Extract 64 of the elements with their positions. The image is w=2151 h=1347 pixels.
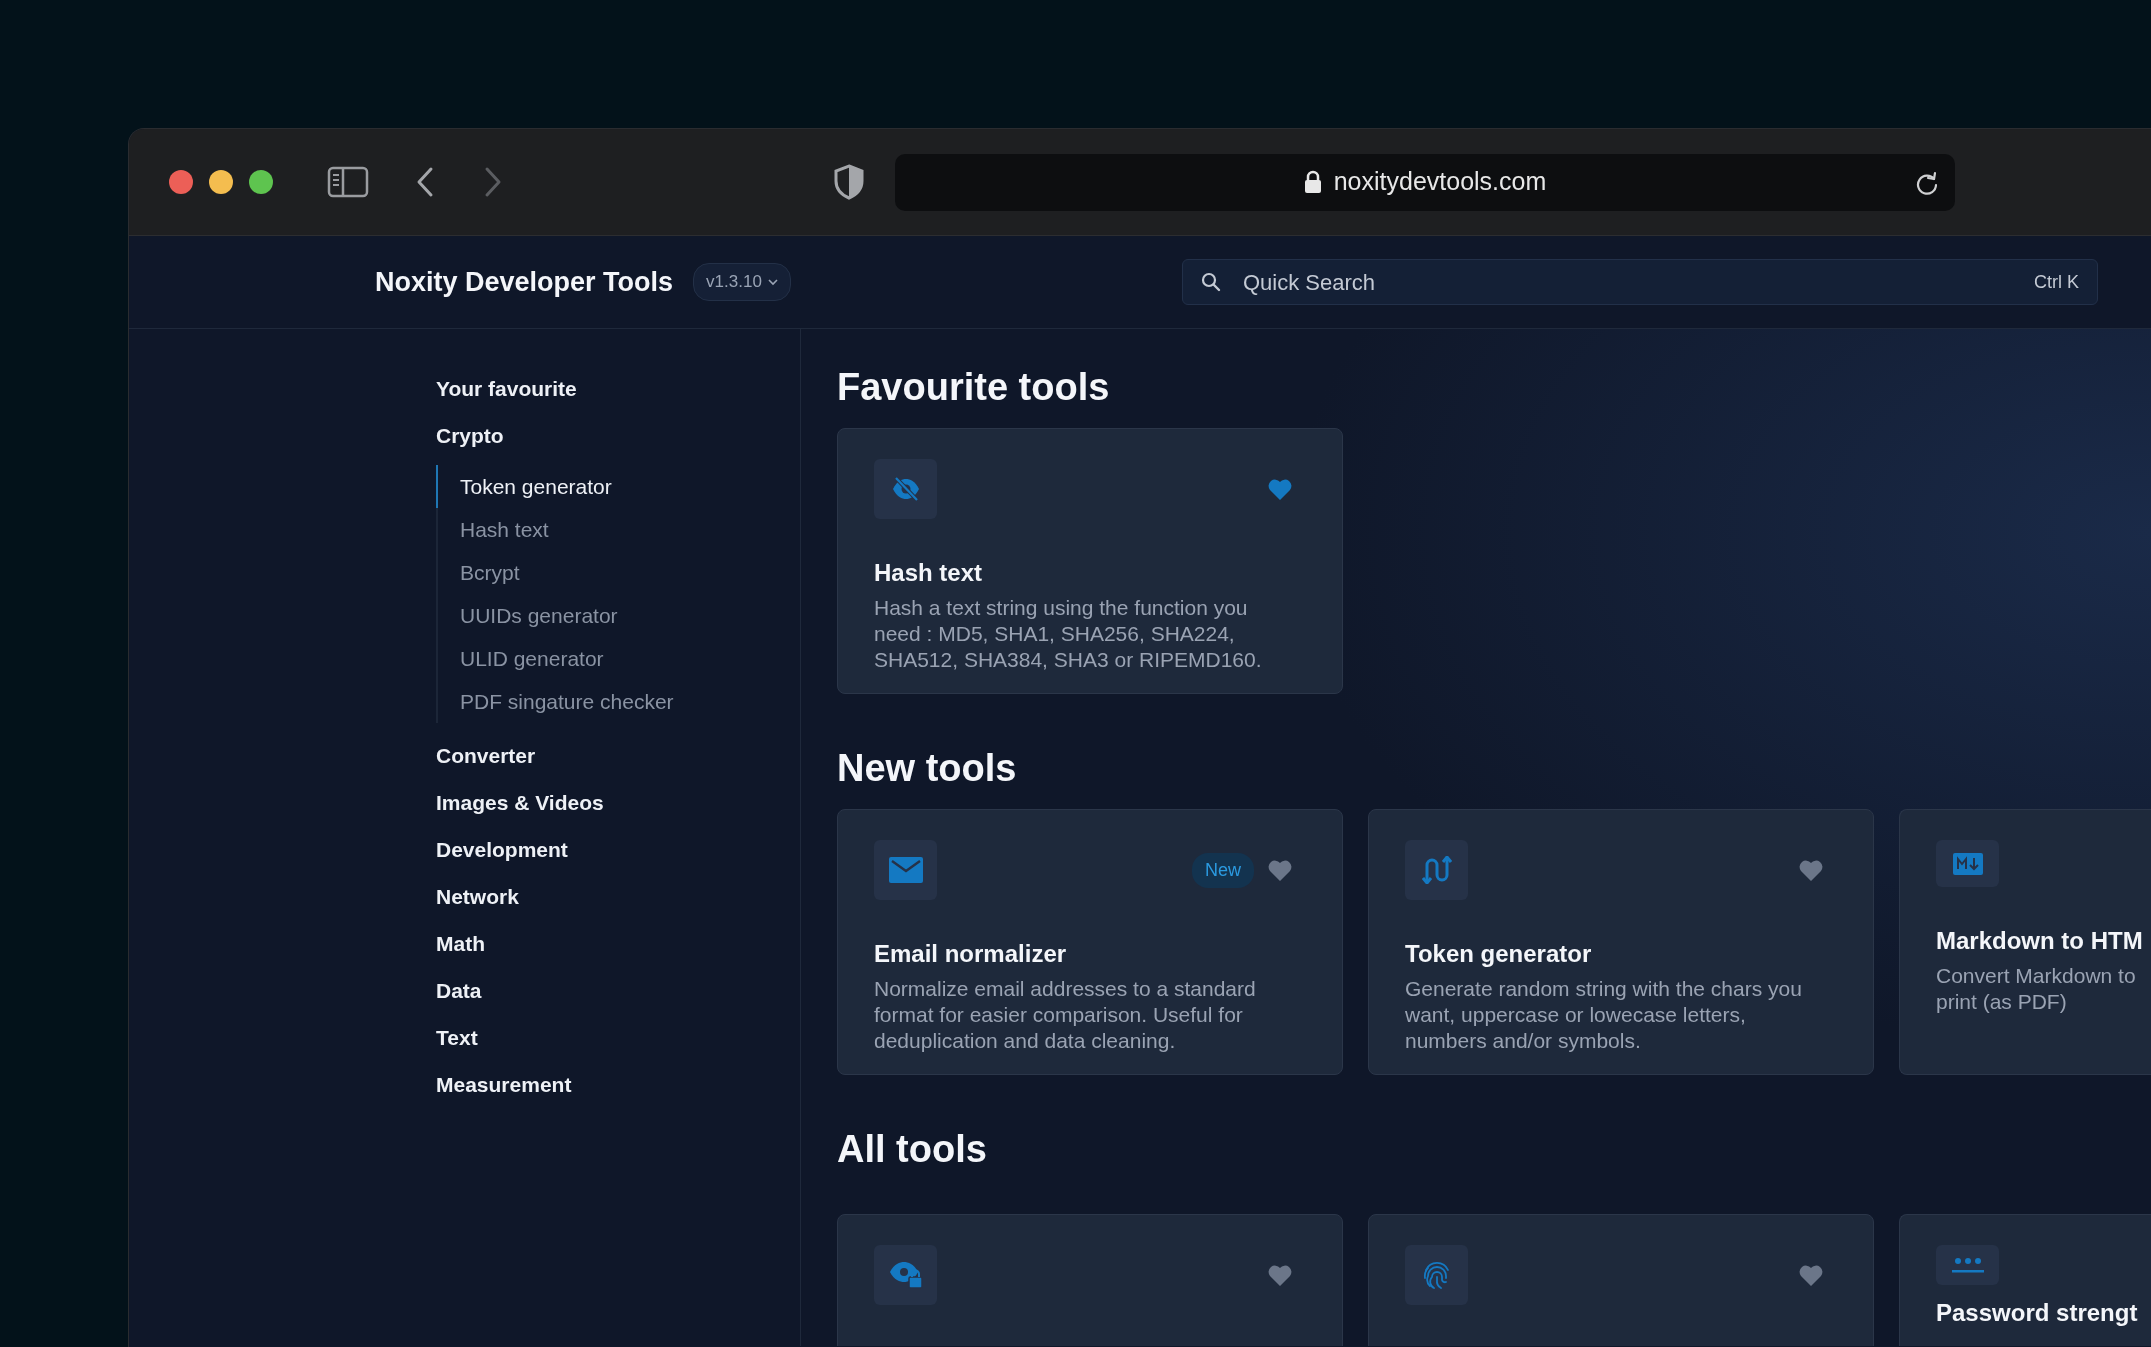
- heart-icon[interactable]: [1268, 1264, 1292, 1286]
- card-title: Markdown to HTM: [1936, 926, 2143, 956]
- version-dropdown[interactable]: v1.3.10: [693, 263, 791, 301]
- section-heading: New tools: [837, 746, 1017, 791]
- sidebar-category[interactable]: Your favourite: [436, 365, 577, 412]
- search-field[interactable]: Quick Search Ctrl K: [1182, 259, 2098, 305]
- section-heading: All tools: [837, 1127, 987, 1172]
- reload-icon[interactable]: [1915, 170, 1939, 195]
- sidebar-category[interactable]: Development: [436, 826, 568, 873]
- card-description: Hash a text string using the function you need : MD5, SHA1, SHA256, SHA224, SHA512, SHA384, SHA3 or RIPEMD160.: [874, 595, 1263, 673]
- heart-icon[interactable]: [1799, 859, 1823, 881]
- sidebar-icon[interactable]: [327, 166, 369, 198]
- url-text: noxitydevtools.com: [1333, 166, 1547, 198]
- caret-icon: [767, 278, 778, 286]
- sidebar-item[interactable]: PDF singature checker: [436, 680, 674, 723]
- sidebar-category[interactable]: Images & Videos: [436, 779, 604, 826]
- sidebar-category[interactable]: Math: [436, 920, 485, 967]
- card-description: Convert Markdown to: [1936, 963, 2136, 989]
- card-description: Generate random string with the chars you want, uppercase or lowecase letters, numbers and/or symbols.: [1405, 976, 1803, 1054]
- sidebar-item[interactable]: Hash text: [436, 508, 549, 551]
- card-description: print (as PDF): [1936, 989, 2067, 1015]
- close-button[interactable]: [169, 170, 193, 194]
- shield-icon[interactable]: [833, 164, 865, 200]
- shortcut-hint: Ctrl K: [2034, 270, 2079, 294]
- sidebar-category[interactable]: Converter: [436, 732, 536, 779]
- sidebar-category[interactable]: Measurement: [436, 1061, 572, 1108]
- envelope-icon: [874, 840, 937, 900]
- fingerprint-icon: [1405, 1245, 1468, 1305]
- card-title: Password strengt: [1936, 1298, 2138, 1328]
- eye-lock-icon: [874, 1245, 937, 1305]
- new-badge: New: [1192, 852, 1254, 888]
- sidebar-category[interactable]: Crypto: [436, 412, 504, 459]
- sidebar-category[interactable]: Network: [436, 873, 519, 920]
- eye-slash-icon: [874, 459, 937, 519]
- heart-icon[interactable]: [1268, 859, 1292, 881]
- back-icon[interactable]: [415, 166, 435, 198]
- lock-icon: [1303, 170, 1322, 194]
- section-heading: Favourite tools: [837, 365, 1110, 410]
- tool-card[interactable]: Markdown to HTM Convert Markdown to print (as PDF): [1899, 809, 2151, 1075]
- tool-card[interactable]: Token generator Generate random string with the chars you want, uppercase or lowecase letters, numbers and/or symbols.: [1368, 809, 1874, 1075]
- markdown-icon: [1936, 840, 1999, 887]
- app-title[interactable]: Noxity Developer Tools: [375, 261, 674, 303]
- address-bar[interactable]: noxitydevtools.com: [895, 153, 1955, 211]
- sidebar-category[interactable]: Data: [436, 967, 482, 1014]
- heart-icon[interactable]: [1799, 1264, 1823, 1286]
- card-title: Email normalizer: [874, 939, 1067, 969]
- forward-icon[interactable]: [483, 166, 503, 198]
- card-title: Token generator: [1405, 939, 1592, 969]
- search-icon: [1201, 272, 1221, 292]
- sidebar-category[interactable]: Text: [436, 1014, 478, 1061]
- sidebar-item[interactable]: ULID generator: [436, 637, 604, 680]
- card-title: Hash text: [874, 558, 983, 588]
- maximize-button[interactable]: [249, 170, 273, 194]
- tool-card[interactable]: New Email normalizer Normalize email addresses to a standard format for easier comparison. Useful for deduplication and data cleaning.: [837, 809, 1343, 1075]
- tool-card[interactable]: Password strengt: [1899, 1214, 2151, 1346]
- sidebar-item[interactable]: Token generator: [436, 465, 612, 508]
- sidebar-item[interactable]: UUIDs generator: [436, 594, 618, 637]
- password-icon: [1936, 1245, 1999, 1285]
- sidebar-item[interactable]: Bcrypt: [436, 551, 520, 594]
- arrows-icon: [1405, 840, 1468, 900]
- heart-icon[interactable]: [1268, 478, 1292, 500]
- card-description: Normalize email addresses to a standard format for easier comparison. Useful for deduplication and data cleaning.: [874, 976, 1257, 1054]
- minimize-button[interactable]: [209, 170, 233, 194]
- tool-card[interactable]: Hash text Hash a text string using the function you need : MD5, SHA1, SHA256, SHA224, SHA512, SHA384, SHA3 or RIPEMD160.: [837, 428, 1343, 694]
